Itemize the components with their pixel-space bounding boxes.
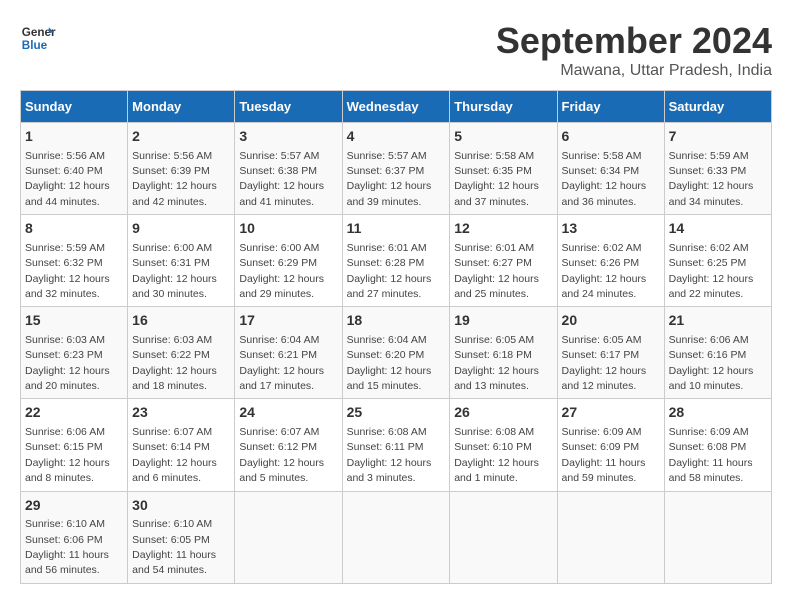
table-row: 3Sunrise: 5:57 AM Sunset: 6:38 PM Daylig… (235, 123, 342, 215)
table-row: 13Sunrise: 6:02 AM Sunset: 6:26 PM Dayli… (557, 215, 664, 307)
table-row: 15Sunrise: 6:03 AM Sunset: 6:23 PM Dayli… (21, 307, 128, 399)
table-row: 16Sunrise: 6:03 AM Sunset: 6:22 PM Dayli… (128, 307, 235, 399)
svg-text:General: General (22, 26, 56, 39)
title-area: September 2024 Mawana, Uttar Pradesh, In… (496, 20, 772, 80)
table-row (450, 491, 557, 583)
table-row: 17Sunrise: 6:04 AM Sunset: 6:21 PM Dayli… (235, 307, 342, 399)
table-row: 20Sunrise: 6:05 AM Sunset: 6:17 PM Dayli… (557, 307, 664, 399)
table-row: 1Sunrise: 5:56 AM Sunset: 6:40 PM Daylig… (21, 123, 128, 215)
table-row: 19Sunrise: 6:05 AM Sunset: 6:18 PM Dayli… (450, 307, 557, 399)
table-row: 27Sunrise: 6:09 AM Sunset: 6:09 PM Dayli… (557, 399, 664, 491)
location-subtitle: Mawana, Uttar Pradesh, India (496, 62, 772, 80)
table-row: 22Sunrise: 6:06 AM Sunset: 6:15 PM Dayli… (21, 399, 128, 491)
table-row: 21Sunrise: 6:06 AM Sunset: 6:16 PM Dayli… (664, 307, 771, 399)
month-title: September 2024 (496, 20, 772, 62)
table-row: 25Sunrise: 6:08 AM Sunset: 6:11 PM Dayli… (342, 399, 450, 491)
table-row: 14Sunrise: 6:02 AM Sunset: 6:25 PM Dayli… (664, 215, 771, 307)
table-row: 5Sunrise: 5:58 AM Sunset: 6:35 PM Daylig… (450, 123, 557, 215)
page-header: General Blue September 2024 Mawana, Utta… (20, 20, 772, 80)
table-row: 8Sunrise: 5:59 AM Sunset: 6:32 PM Daylig… (21, 215, 128, 307)
table-row: 6Sunrise: 5:58 AM Sunset: 6:34 PM Daylig… (557, 123, 664, 215)
table-row: 2Sunrise: 5:56 AM Sunset: 6:39 PM Daylig… (128, 123, 235, 215)
table-row (664, 491, 771, 583)
table-row: 29Sunrise: 6:10 AM Sunset: 6:06 PM Dayli… (21, 491, 128, 583)
table-row: 23Sunrise: 6:07 AM Sunset: 6:14 PM Dayli… (128, 399, 235, 491)
table-row: 12Sunrise: 6:01 AM Sunset: 6:27 PM Dayli… (450, 215, 557, 307)
table-row: 24Sunrise: 6:07 AM Sunset: 6:12 PM Dayli… (235, 399, 342, 491)
table-row: 18Sunrise: 6:04 AM Sunset: 6:20 PM Dayli… (342, 307, 450, 399)
table-row: 11Sunrise: 6:01 AM Sunset: 6:28 PM Dayli… (342, 215, 450, 307)
calendar-header-row: Sunday Monday Tuesday Wednesday Thursday… (21, 91, 772, 123)
table-row (235, 491, 342, 583)
table-row: 4Sunrise: 5:57 AM Sunset: 6:37 PM Daylig… (342, 123, 450, 215)
table-row (557, 491, 664, 583)
header-sunday: Sunday (21, 91, 128, 123)
table-row: 10Sunrise: 6:00 AM Sunset: 6:29 PM Dayli… (235, 215, 342, 307)
table-row (342, 491, 450, 583)
header-saturday: Saturday (664, 91, 771, 123)
header-monday: Monday (128, 91, 235, 123)
logo-icon: General Blue (20, 20, 56, 56)
table-row: 7Sunrise: 5:59 AM Sunset: 6:33 PM Daylig… (664, 123, 771, 215)
table-row: 30Sunrise: 6:10 AM Sunset: 6:05 PM Dayli… (128, 491, 235, 583)
calendar-table: Sunday Monday Tuesday Wednesday Thursday… (20, 90, 772, 584)
header-tuesday: Tuesday (235, 91, 342, 123)
table-row: 9Sunrise: 6:00 AM Sunset: 6:31 PM Daylig… (128, 215, 235, 307)
header-friday: Friday (557, 91, 664, 123)
table-row: 26Sunrise: 6:08 AM Sunset: 6:10 PM Dayli… (450, 399, 557, 491)
table-row: 28Sunrise: 6:09 AM Sunset: 6:08 PM Dayli… (664, 399, 771, 491)
logo: General Blue (20, 20, 56, 56)
svg-text:Blue: Blue (22, 39, 48, 52)
header-thursday: Thursday (450, 91, 557, 123)
header-wednesday: Wednesday (342, 91, 450, 123)
